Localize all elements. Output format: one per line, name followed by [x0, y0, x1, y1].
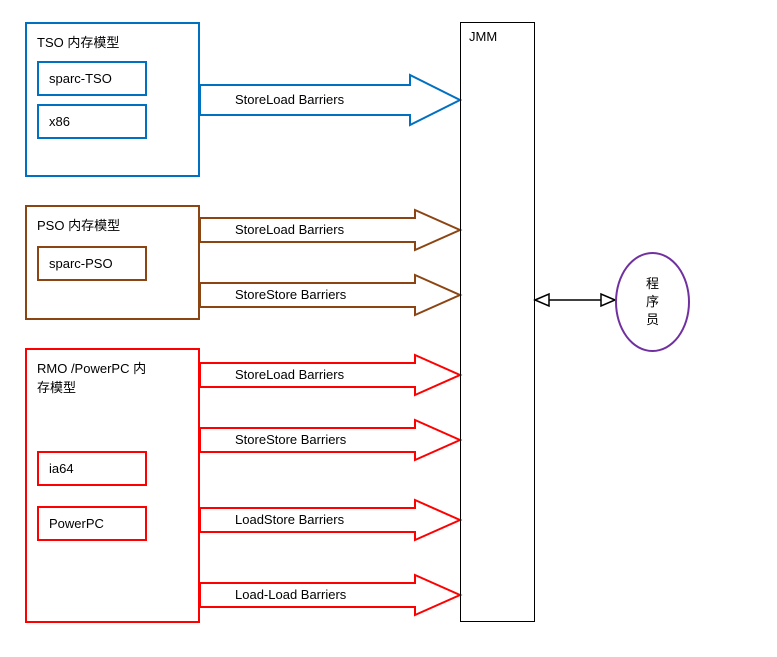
pso-item-sparc: sparc-PSO	[37, 246, 147, 281]
jmm-programmer-arrow	[535, 290, 615, 310]
rmo-item-ia64: ia64	[37, 451, 147, 486]
pso-barrier-label-0: StoreLoad Barriers	[235, 222, 344, 237]
pso-model-box: PSO 内存模型 sparc-PSO	[25, 205, 200, 320]
tso-barrier-label: StoreLoad Barriers	[235, 92, 344, 107]
rmo-barrier-label-3: Load-Load Barriers	[235, 587, 346, 602]
rmo-title: RMO /PowerPC 内存模型	[37, 358, 157, 396]
rmo-barrier-label-0: StoreLoad Barriers	[235, 367, 344, 382]
rmo-barrier-label-1: StoreStore Barriers	[235, 432, 346, 447]
programmer-ellipse: 程 序 员	[615, 252, 690, 352]
pso-title: PSO 内存模型	[37, 215, 188, 234]
tso-title: TSO 内存模型	[37, 32, 188, 51]
tso-item-sparc: sparc-TSO	[37, 61, 147, 96]
jmm-label: JMM	[469, 29, 497, 44]
tso-model-box: TSO 内存模型 sparc-TSO x86	[25, 22, 200, 177]
pso-barrier-label-1: StoreStore Barriers	[235, 287, 346, 302]
programmer-label-2: 员	[646, 311, 659, 329]
jmm-box: JMM	[460, 22, 535, 622]
tso-item-x86: x86	[37, 104, 147, 139]
rmo-model-box: RMO /PowerPC 内存模型 ia64 PowerPC	[25, 348, 200, 623]
rmo-item-powerpc: PowerPC	[37, 506, 147, 541]
rmo-barrier-label-2: LoadStore Barriers	[235, 512, 344, 527]
programmer-label-0: 程	[646, 275, 659, 293]
programmer-label-1: 序	[646, 293, 659, 311]
